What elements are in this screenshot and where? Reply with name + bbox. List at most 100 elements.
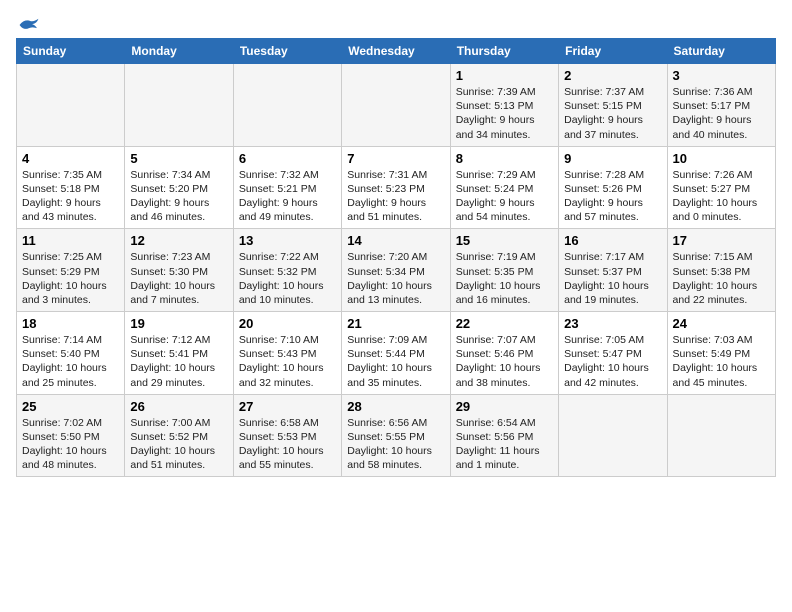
day-info: Sunrise: 7:37 AM Sunset: 5:15 PM Dayligh…	[564, 85, 661, 142]
day-info: Sunrise: 7:15 AM Sunset: 5:38 PM Dayligh…	[673, 250, 770, 307]
calendar-cell: 28 Sunrise: 6:56 AM Sunset: 5:55 PM Dayli…	[342, 394, 450, 477]
day-info: Sunrise: 7:29 AM Sunset: 5:24 PM Dayligh…	[456, 168, 553, 225]
day-number: 1	[456, 68, 553, 83]
column-header-monday: Monday	[125, 39, 233, 64]
calendar-week-row: 11 Sunrise: 7:25 AM Sunset: 5:29 PM Dayli…	[17, 229, 776, 312]
day-info: Sunrise: 6:54 AM Sunset: 5:56 PM Dayligh…	[456, 416, 553, 473]
day-number: 12	[130, 233, 227, 248]
day-number: 3	[673, 68, 770, 83]
calendar-table: SundayMondayTuesdayWednesdayThursdayFrid…	[16, 38, 776, 477]
day-number: 2	[564, 68, 661, 83]
day-number: 21	[347, 316, 444, 331]
calendar-cell: 5 Sunrise: 7:34 AM Sunset: 5:20 PM Daylig…	[125, 146, 233, 229]
day-info: Sunrise: 7:14 AM Sunset: 5:40 PM Dayligh…	[22, 333, 119, 390]
calendar-cell: 20 Sunrise: 7:10 AM Sunset: 5:43 PM Dayli…	[233, 312, 341, 395]
day-number: 18	[22, 316, 119, 331]
day-number: 28	[347, 399, 444, 414]
calendar-cell: 2 Sunrise: 7:37 AM Sunset: 5:15 PM Daylig…	[559, 64, 667, 147]
calendar-cell: 25 Sunrise: 7:02 AM Sunset: 5:50 PM Dayli…	[17, 394, 125, 477]
day-number: 16	[564, 233, 661, 248]
calendar-week-row: 4 Sunrise: 7:35 AM Sunset: 5:18 PM Daylig…	[17, 146, 776, 229]
calendar-cell: 19 Sunrise: 7:12 AM Sunset: 5:41 PM Dayli…	[125, 312, 233, 395]
calendar-cell: 21 Sunrise: 7:09 AM Sunset: 5:44 PM Dayli…	[342, 312, 450, 395]
day-info: Sunrise: 7:12 AM Sunset: 5:41 PM Dayligh…	[130, 333, 227, 390]
day-info: Sunrise: 7:00 AM Sunset: 5:52 PM Dayligh…	[130, 416, 227, 473]
logo-bird-icon	[18, 16, 40, 34]
day-info: Sunrise: 7:20 AM Sunset: 5:34 PM Dayligh…	[347, 250, 444, 307]
calendar-cell	[667, 394, 775, 477]
calendar-header-row: SundayMondayTuesdayWednesdayThursdayFrid…	[17, 39, 776, 64]
calendar-cell: 13 Sunrise: 7:22 AM Sunset: 5:32 PM Dayli…	[233, 229, 341, 312]
day-info: Sunrise: 7:22 AM Sunset: 5:32 PM Dayligh…	[239, 250, 336, 307]
day-info: Sunrise: 7:10 AM Sunset: 5:43 PM Dayligh…	[239, 333, 336, 390]
calendar-cell: 17 Sunrise: 7:15 AM Sunset: 5:38 PM Dayli…	[667, 229, 775, 312]
column-header-friday: Friday	[559, 39, 667, 64]
calendar-cell: 12Sunrise: 7:23 AM Sunset: 5:30 PM Dayli…	[125, 229, 233, 312]
logo	[16, 16, 40, 30]
day-info: Sunrise: 7:34 AM Sunset: 5:20 PM Dayligh…	[130, 168, 227, 225]
day-number: 4	[22, 151, 119, 166]
day-number: 13	[239, 233, 336, 248]
calendar-cell: 15 Sunrise: 7:19 AM Sunset: 5:35 PM Dayli…	[450, 229, 558, 312]
day-number: 20	[239, 316, 336, 331]
calendar-cell: 14Sunrise: 7:20 AM Sunset: 5:34 PM Dayli…	[342, 229, 450, 312]
calendar-cell: 24 Sunrise: 7:03 AM Sunset: 5:49 PM Dayli…	[667, 312, 775, 395]
calendar-cell: 1 Sunrise: 7:39 AM Sunset: 5:13 PM Daylig…	[450, 64, 558, 147]
day-number: 6	[239, 151, 336, 166]
calendar-cell: 29 Sunrise: 6:54 AM Sunset: 5:56 PM Dayli…	[450, 394, 558, 477]
day-number: 11	[22, 233, 119, 248]
day-info: Sunrise: 7:39 AM Sunset: 5:13 PM Dayligh…	[456, 85, 553, 142]
day-info: Sunrise: 7:35 AM Sunset: 5:18 PM Dayligh…	[22, 168, 119, 225]
day-number: 15	[456, 233, 553, 248]
day-number: 19	[130, 316, 227, 331]
day-info: Sunrise: 7:32 AM Sunset: 5:21 PM Dayligh…	[239, 168, 336, 225]
column-header-tuesday: Tuesday	[233, 39, 341, 64]
day-info: Sunrise: 7:07 AM Sunset: 5:46 PM Dayligh…	[456, 333, 553, 390]
day-info: Sunrise: 7:25 AM Sunset: 5:29 PM Dayligh…	[22, 250, 119, 307]
day-info: Sunrise: 7:17 AM Sunset: 5:37 PM Dayligh…	[564, 250, 661, 307]
day-info: Sunrise: 7:09 AM Sunset: 5:44 PM Dayligh…	[347, 333, 444, 390]
calendar-cell: 27Sunrise: 6:58 AM Sunset: 5:53 PM Dayli…	[233, 394, 341, 477]
day-number: 10	[673, 151, 770, 166]
calendar-week-row: 1 Sunrise: 7:39 AM Sunset: 5:13 PM Daylig…	[17, 64, 776, 147]
calendar-week-row: 25 Sunrise: 7:02 AM Sunset: 5:50 PM Dayli…	[17, 394, 776, 477]
page-header	[16, 16, 776, 30]
day-number: 25	[22, 399, 119, 414]
day-info: Sunrise: 7:19 AM Sunset: 5:35 PM Dayligh…	[456, 250, 553, 307]
day-info: Sunrise: 7:02 AM Sunset: 5:50 PM Dayligh…	[22, 416, 119, 473]
day-number: 7	[347, 151, 444, 166]
day-number: 23	[564, 316, 661, 331]
day-info: Sunrise: 7:26 AM Sunset: 5:27 PM Dayligh…	[673, 168, 770, 225]
calendar-cell: 3 Sunrise: 7:36 AM Sunset: 5:17 PM Daylig…	[667, 64, 775, 147]
calendar-cell: 26 Sunrise: 7:00 AM Sunset: 5:52 PM Dayli…	[125, 394, 233, 477]
calendar-cell: 9Sunrise: 7:28 AM Sunset: 5:26 PM Daylig…	[559, 146, 667, 229]
day-number: 24	[673, 316, 770, 331]
calendar-cell	[17, 64, 125, 147]
day-info: Sunrise: 7:36 AM Sunset: 5:17 PM Dayligh…	[673, 85, 770, 142]
day-info: Sunrise: 7:28 AM Sunset: 5:26 PM Dayligh…	[564, 168, 661, 225]
day-number: 22	[456, 316, 553, 331]
day-info: Sunrise: 7:03 AM Sunset: 5:49 PM Dayligh…	[673, 333, 770, 390]
calendar-cell: 10 Sunrise: 7:26 AM Sunset: 5:27 PM Dayli…	[667, 146, 775, 229]
day-number: 5	[130, 151, 227, 166]
calendar-cell: 7 Sunrise: 7:31 AM Sunset: 5:23 PM Daylig…	[342, 146, 450, 229]
day-number: 29	[456, 399, 553, 414]
calendar-cell	[342, 64, 450, 147]
calendar-cell: 6 Sunrise: 7:32 AM Sunset: 5:21 PM Daylig…	[233, 146, 341, 229]
calendar-cell: 22 Sunrise: 7:07 AM Sunset: 5:46 PM Dayli…	[450, 312, 558, 395]
day-info: Sunrise: 7:31 AM Sunset: 5:23 PM Dayligh…	[347, 168, 444, 225]
calendar-cell: 11 Sunrise: 7:25 AM Sunset: 5:29 PM Dayli…	[17, 229, 125, 312]
column-header-wednesday: Wednesday	[342, 39, 450, 64]
day-info: Sunrise: 6:56 AM Sunset: 5:55 PM Dayligh…	[347, 416, 444, 473]
day-number: 17	[673, 233, 770, 248]
day-info: Sunrise: 7:05 AM Sunset: 5:47 PM Dayligh…	[564, 333, 661, 390]
day-info: Sunrise: 6:58 AM Sunset: 5:53 PM Dayligh…	[239, 416, 336, 473]
column-header-thursday: Thursday	[450, 39, 558, 64]
day-number: 8	[456, 151, 553, 166]
calendar-cell: 23 Sunrise: 7:05 AM Sunset: 5:47 PM Dayli…	[559, 312, 667, 395]
day-number: 26	[130, 399, 227, 414]
calendar-cell: 18 Sunrise: 7:14 AM Sunset: 5:40 PM Dayli…	[17, 312, 125, 395]
calendar-week-row: 18 Sunrise: 7:14 AM Sunset: 5:40 PM Dayli…	[17, 312, 776, 395]
calendar-cell: 4 Sunrise: 7:35 AM Sunset: 5:18 PM Daylig…	[17, 146, 125, 229]
column-header-sunday: Sunday	[17, 39, 125, 64]
